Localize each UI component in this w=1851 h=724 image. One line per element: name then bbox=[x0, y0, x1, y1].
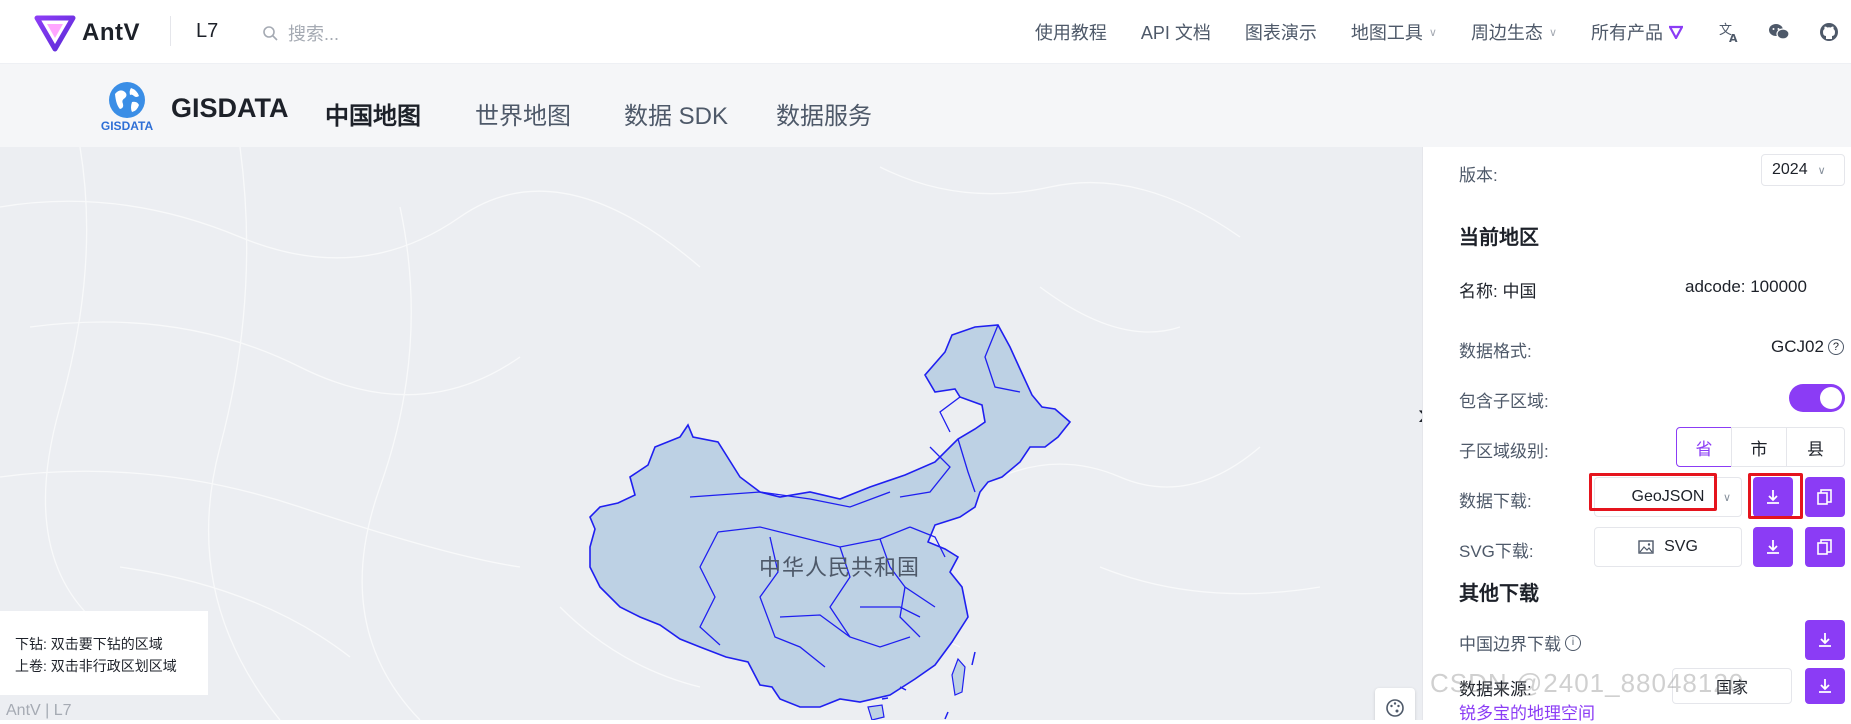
nav-link-tutorial[interactable]: 使用教程 bbox=[1035, 19, 1107, 45]
level-county-button[interactable]: 县 bbox=[1786, 427, 1845, 467]
level-label: 子区域级别: bbox=[1459, 442, 1549, 461]
nav-links: 使用教程 API 文档 图表演示 地图工具 ∨ 周边生态 ∨ 所有产品 文A bbox=[1035, 0, 1851, 64]
nav-link-label: 所有产品 bbox=[1591, 23, 1663, 43]
region-adcode: adcode: 100000 bbox=[1685, 277, 1807, 296]
globe-icon bbox=[109, 82, 145, 118]
china-region-shape bbox=[589, 324, 1072, 708]
highlight-box-format bbox=[1589, 473, 1717, 511]
chevron-down-icon: ∨ bbox=[1428, 26, 1437, 39]
download-icon bbox=[1819, 633, 1831, 647]
download-label: 数据下载: bbox=[1459, 492, 1532, 511]
format-label: 数据格式: bbox=[1459, 342, 1532, 361]
chevron-down-icon: ∨ bbox=[1817, 164, 1826, 177]
image-icon bbox=[1638, 540, 1654, 554]
svg-button-label: SVG bbox=[1664, 538, 1698, 555]
wechat-icon[interactable] bbox=[1767, 20, 1791, 44]
format-value-group: GCJ02 ? bbox=[1771, 337, 1844, 357]
gisdata-logo-label: GISDATA bbox=[100, 119, 154, 133]
gisdata-title: GISDATA bbox=[171, 93, 289, 123]
region-name: 名称: 中国 bbox=[1459, 282, 1537, 301]
search-icon bbox=[263, 26, 278, 41]
version-value: 2024 bbox=[1772, 161, 1808, 178]
antv-mini-logo-icon bbox=[1669, 25, 1683, 39]
tab-china-map[interactable]: 中国地图 bbox=[325, 96, 421, 131]
basemap bbox=[0, 147, 1321, 720]
legend-rollup-text: 上卷: 双击非行政区划区域 bbox=[15, 658, 177, 674]
tab-data-sdk[interactable]: 数据 SDK bbox=[624, 96, 728, 131]
border-download-label: 中国边界下载 bbox=[1459, 635, 1561, 654]
toggle-knob bbox=[1820, 387, 1842, 409]
other-downloads-title: 其他下载 bbox=[1459, 583, 1539, 605]
tab-data-service[interactable]: 数据服务 bbox=[776, 96, 872, 131]
translate-icon[interactable]: 文A bbox=[1717, 20, 1741, 44]
format-value: GCJ02 bbox=[1771, 337, 1824, 356]
nav-link-ecosystem[interactable]: 周边生态 ∨ bbox=[1471, 19, 1557, 45]
map-attribution: AntV | L7 bbox=[6, 702, 72, 719]
map-legend: 下钻: 双击要下钻的区域 上卷: 双击非行政区划区域 bbox=[0, 611, 208, 695]
github-icon[interactable] bbox=[1817, 20, 1841, 44]
map-canvas[interactable]: 中华人民共和国 bbox=[0, 147, 1422, 720]
highlight-box-download bbox=[1748, 473, 1803, 519]
level-province-button[interactable]: 省 bbox=[1676, 427, 1732, 467]
download-icon bbox=[1767, 540, 1779, 554]
download-icon bbox=[1819, 679, 1831, 693]
nav-link-label: 地图工具 bbox=[1350, 23, 1423, 43]
level-city-button[interactable]: 市 bbox=[1731, 427, 1787, 467]
svg-download-label: SVG下载: bbox=[1459, 542, 1534, 561]
version-label: 版本: bbox=[1459, 166, 1498, 185]
svg-text:A: A bbox=[1729, 32, 1738, 43]
current-region-title: 当前地区 bbox=[1459, 227, 1539, 249]
svg-button[interactable]: SVG bbox=[1594, 527, 1742, 567]
data-source-link[interactable]: 锐多宝的地理空间 bbox=[1459, 699, 1595, 724]
info-icon[interactable]: i bbox=[1565, 634, 1581, 651]
chevron-down-icon: ∨ bbox=[1722, 491, 1731, 504]
copy-geojson-button[interactable] bbox=[1805, 477, 1845, 517]
chevron-down-icon: ∨ bbox=[1548, 26, 1557, 39]
border-download-group: 中国边界下载 i bbox=[1459, 630, 1581, 655]
include-children-toggle[interactable] bbox=[1789, 384, 1845, 412]
version-select[interactable]: 2024 ∨ bbox=[1761, 154, 1845, 186]
nav-link-map-tools[interactable]: 地图工具 ∨ bbox=[1351, 19, 1437, 45]
help-icon[interactable]: ? bbox=[1827, 339, 1844, 355]
top-navbar: AntV L7 搜索... 使用教程 API 文档 图表演示 地图工具 ∨ 周边生… bbox=[0, 0, 1851, 64]
hainan-shape bbox=[867, 704, 885, 720]
download-svg-button[interactable] bbox=[1753, 527, 1793, 567]
antv-logo[interactable]: AntV bbox=[34, 14, 140, 52]
copy-icon bbox=[1817, 539, 1832, 555]
tab-world-map[interactable]: 世界地图 bbox=[475, 96, 571, 131]
product-name[interactable]: L7 bbox=[196, 20, 218, 43]
nav-divider bbox=[170, 16, 171, 46]
nav-link-label: API 文档 bbox=[1140, 23, 1211, 43]
nav-link-examples[interactable]: 图表演示 bbox=[1245, 19, 1317, 45]
nav-link-label: 图表演示 bbox=[1244, 23, 1317, 43]
antv-logo-icon bbox=[34, 15, 76, 52]
legend-drilldown-text: 下钻: 双击要下钻的区域 bbox=[15, 636, 163, 652]
copy-svg-button[interactable] bbox=[1805, 527, 1845, 567]
nav-link-api-docs[interactable]: API 文档 bbox=[1141, 19, 1211, 45]
brand-name: AntV bbox=[82, 19, 140, 46]
include-children-label: 包含子区域: bbox=[1459, 392, 1549, 411]
nav-link-all-products[interactable]: 所有产品 bbox=[1591, 19, 1683, 45]
palette-button[interactable] bbox=[1375, 688, 1415, 720]
taiwan-shape bbox=[951, 657, 966, 696]
nav-link-label: 周边生态 bbox=[1470, 23, 1543, 43]
palette-icon bbox=[1386, 699, 1404, 717]
copy-icon bbox=[1817, 489, 1832, 505]
search-box[interactable]: 搜索... bbox=[262, 20, 339, 46]
download-source-button[interactable] bbox=[1805, 668, 1845, 704]
download-border-button[interactable] bbox=[1805, 620, 1845, 660]
map-region-label: 中华人民共和国 bbox=[759, 555, 921, 580]
watermark: CSDN @2401_88048120 bbox=[1430, 668, 1745, 698]
nav-link-label: 使用教程 bbox=[1034, 23, 1107, 43]
search-input[interactable]: 搜索... bbox=[288, 20, 339, 46]
gisdata-logo[interactable]: GISDATA bbox=[95, 80, 159, 133]
